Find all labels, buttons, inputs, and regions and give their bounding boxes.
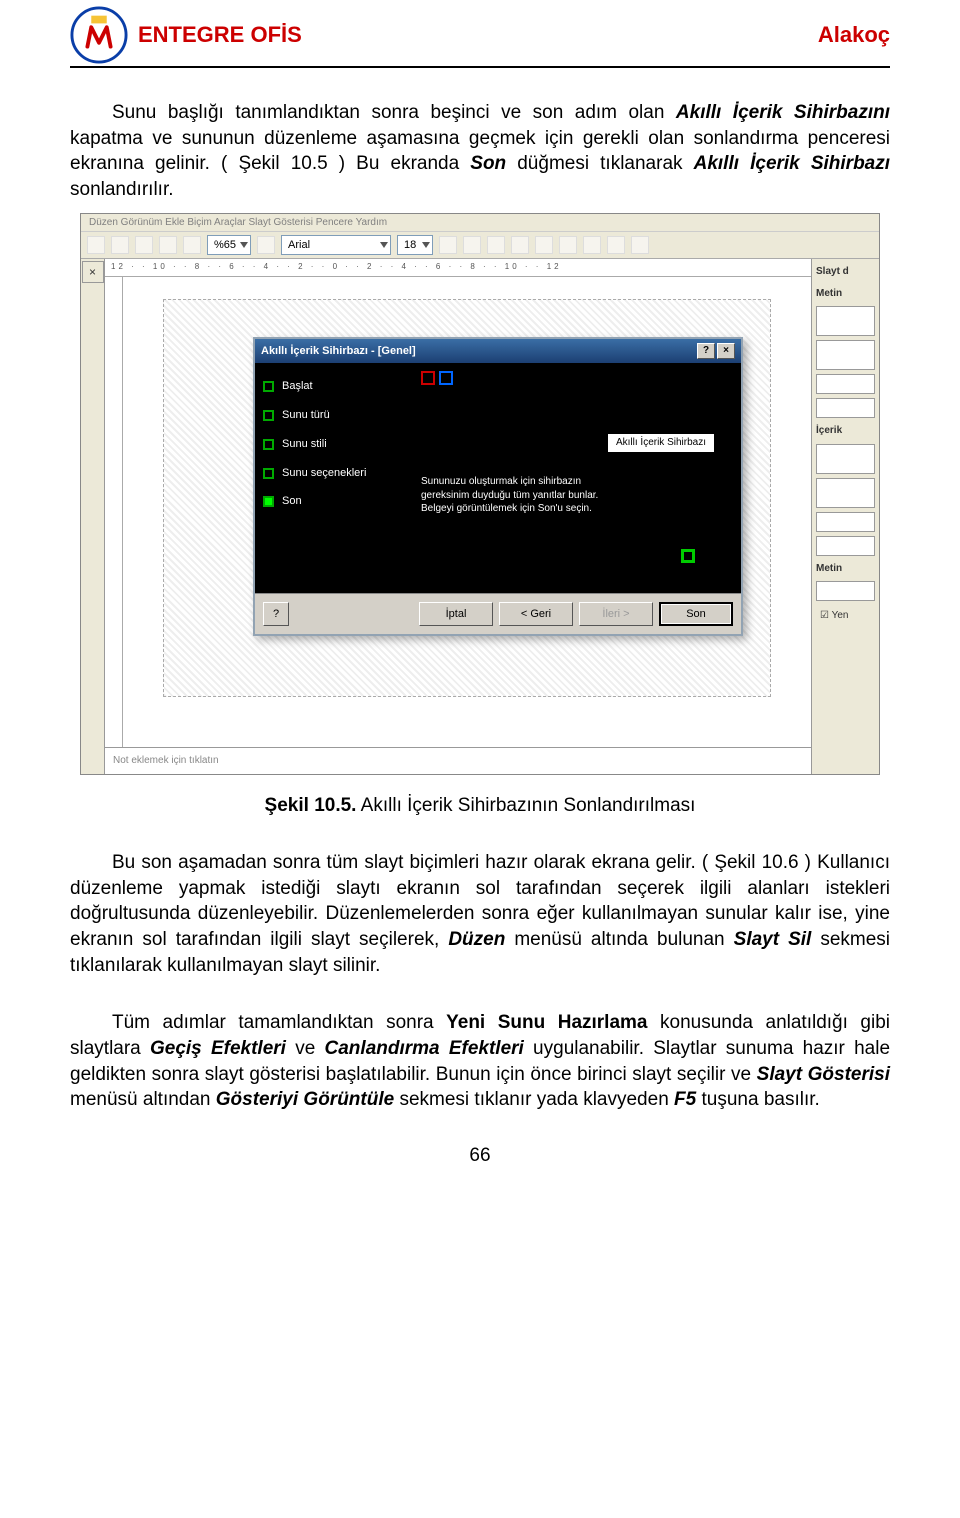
yen-checkbox[interactable]: ☑ Yen bbox=[816, 605, 875, 627]
numbering-icon[interactable] bbox=[583, 236, 601, 254]
wizard-help-icon[interactable]: ? bbox=[263, 602, 289, 626]
next-button[interactable]: İleri > bbox=[579, 602, 653, 626]
document-author: Alakoç bbox=[818, 20, 890, 50]
grid-icon[interactable] bbox=[183, 236, 201, 254]
layout-thumb[interactable] bbox=[816, 478, 875, 508]
app-toolbar: %65 Arial 18 bbox=[81, 231, 879, 259]
layout-thumb[interactable] bbox=[816, 340, 875, 370]
blue-square-icon bbox=[439, 371, 453, 385]
back-button[interactable]: < Geri bbox=[499, 602, 573, 626]
layout-thumb[interactable] bbox=[816, 536, 875, 556]
wizard-step-start: Başlat bbox=[263, 379, 397, 394]
finish-button[interactable]: Son bbox=[659, 602, 733, 626]
panel-header-4: Metin bbox=[816, 560, 875, 578]
wizard-button-row: ? İptal < Geri İleri > Son bbox=[255, 593, 741, 634]
wizard-content: Akıllı İçerik Sihirbazı Sununuzu oluştur… bbox=[405, 363, 741, 593]
layout-thumb[interactable] bbox=[816, 306, 875, 336]
panel-header-1: Slayt d bbox=[816, 263, 875, 281]
wizard-banner: Akıllı İçerik Sihirbazı bbox=[607, 433, 715, 453]
slide-canvas: Akıllı İçerik Sihirbazı - [Genel] ? × Ba… bbox=[123, 277, 811, 747]
figure-caption: Şekil 10.5. Akıllı İçerik Sihirbazının S… bbox=[70, 793, 890, 819]
powerpoint-screenshot: Düzen Görünüm Ekle Biçim Araçlar Slayt G… bbox=[80, 213, 880, 775]
fontsize-select[interactable]: 18 bbox=[397, 235, 433, 255]
zoom-select[interactable]: %65 bbox=[207, 235, 251, 255]
table-icon[interactable] bbox=[159, 236, 177, 254]
cancel-button[interactable]: İptal bbox=[419, 602, 493, 626]
app-menubar: Düzen Görünüm Ekle Biçim Araçlar Slayt G… bbox=[81, 214, 879, 232]
font-select[interactable]: Arial bbox=[281, 235, 391, 255]
wizard-close-button[interactable]: × bbox=[717, 343, 735, 359]
wizard-titlebar: Akıllı İçerik Sihirbazı - [Genel] ? × bbox=[255, 339, 741, 363]
align-left-icon[interactable] bbox=[511, 236, 529, 254]
align-center-icon[interactable] bbox=[535, 236, 553, 254]
new-icon[interactable] bbox=[87, 236, 105, 254]
layout-thumb[interactable] bbox=[816, 444, 875, 474]
document-title: ENTEGRE OFİS bbox=[138, 20, 808, 50]
layout-thumb[interactable] bbox=[816, 581, 875, 601]
paragraph-3: Tüm adımlar tamamlandıktan sonra Yeni Su… bbox=[70, 1010, 890, 1113]
figure-10-5: Düzen Görünüm Ekle Biçim Araçlar Slayt G… bbox=[80, 213, 880, 775]
close-pane-icon[interactable]: × bbox=[82, 261, 104, 283]
italic-icon[interactable] bbox=[463, 236, 481, 254]
bullets-icon[interactable] bbox=[559, 236, 577, 254]
wizard-help-button[interactable]: ? bbox=[697, 343, 715, 359]
page-number: 66 bbox=[70, 1143, 890, 1169]
font-color-icon[interactable] bbox=[631, 236, 649, 254]
copy-icon[interactable] bbox=[111, 236, 129, 254]
paragraph-1: Sunu başlığı tanımlandıktan sonra beşinc… bbox=[70, 100, 890, 203]
panel-header-3: İçerik bbox=[816, 422, 875, 440]
wizard-step-type: Sunu türü bbox=[263, 408, 397, 423]
panel-header-2: Metin bbox=[816, 285, 875, 303]
page-header: ENTEGRE OFİS Alakoç bbox=[70, 0, 890, 68]
wizard-title: Akıllı İçerik Sihirbazı - [Genel] bbox=[261, 344, 416, 359]
university-logo bbox=[70, 6, 128, 64]
wizard-description: Sununuzu oluşturmak için sihirbazın gere… bbox=[421, 475, 671, 516]
wizard-step-style: Sunu stili bbox=[263, 437, 397, 452]
layout-thumb[interactable] bbox=[816, 398, 875, 418]
expand-icon[interactable] bbox=[257, 236, 275, 254]
bold-icon[interactable] bbox=[439, 236, 457, 254]
autocontent-wizard-dialog: Akıllı İçerik Sihirbazı - [Genel] ? × Ba… bbox=[253, 337, 743, 636]
red-square-icon bbox=[421, 371, 435, 385]
underline-icon[interactable] bbox=[487, 236, 505, 254]
paste-icon[interactable] bbox=[135, 236, 153, 254]
layout-thumb[interactable] bbox=[816, 512, 875, 532]
paragraph-2: Bu son aşamadan sonra tüm slayt biçimler… bbox=[70, 850, 890, 978]
green-square-icon bbox=[681, 549, 695, 563]
layout-thumb[interactable] bbox=[816, 374, 875, 394]
wizard-steps: Başlat Sunu türü Sunu stili Sunu seçenek… bbox=[255, 363, 405, 593]
task-pane: Slayt d Metin İçerik Metin ☑ Yen bbox=[811, 259, 879, 774]
vertical-ruler bbox=[105, 277, 123, 747]
horizontal-ruler: 12 · · 10 · · 8 · · 6 · · 4 · · 2 · · 0 … bbox=[105, 259, 811, 277]
wizard-step-options: Sunu seçenekleri bbox=[263, 466, 397, 481]
notes-pane[interactable]: Not eklemek için tıklatın bbox=[105, 747, 811, 774]
slide-thumbnail-pane: × bbox=[81, 259, 105, 774]
font-grow-icon[interactable] bbox=[607, 236, 625, 254]
notes-placeholder: Not eklemek için tıklatın bbox=[113, 754, 219, 768]
wizard-step-finish: Son bbox=[263, 494, 397, 509]
